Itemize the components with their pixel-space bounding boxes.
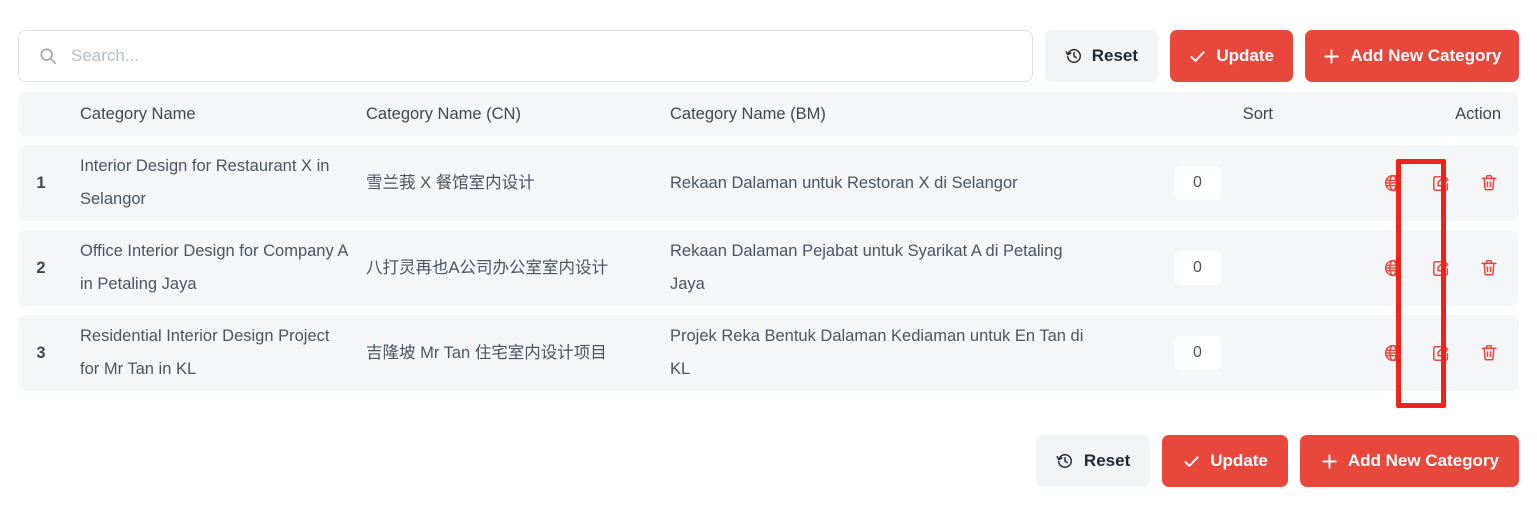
cell-category-name-bm: Projek Reka Bentuk Dalaman Kediaman untu… xyxy=(670,327,1084,378)
edit-icon[interactable] xyxy=(1429,171,1453,195)
cell-category-name-cn: 吉隆坡 Mr Tan 住宅室内设计项目 xyxy=(366,343,607,362)
cell-action xyxy=(1295,171,1519,195)
check-icon xyxy=(1182,452,1201,471)
row-index: 3 xyxy=(36,343,46,362)
category-manager-page: Reset Update Add New Category Categ xyxy=(0,0,1537,507)
action-icon-group xyxy=(1381,256,1501,280)
update-button-label: Update xyxy=(1216,46,1274,65)
globe-icon[interactable] xyxy=(1381,341,1405,365)
reset-button-label: Reset xyxy=(1091,46,1139,65)
sort-input[interactable] xyxy=(1174,336,1221,370)
globe-icon[interactable] xyxy=(1381,256,1405,280)
plus-icon xyxy=(1320,452,1339,471)
edit-icon[interactable] xyxy=(1429,256,1453,280)
table-row: 1 Interior Design for Restaurant X in Se… xyxy=(18,145,1519,221)
table-row: 2 Office Interior Design for Company A i… xyxy=(18,230,1519,306)
bottom-toolbar: Reset Update Add New Category xyxy=(1035,435,1519,487)
delete-icon[interactable] xyxy=(1477,256,1501,280)
table-header-row: Category Name Category Name (CN) Categor… xyxy=(18,92,1519,136)
table-row: 3 Residential Interior Design Project fo… xyxy=(18,315,1519,391)
reset-button-top[interactable]: Reset xyxy=(1045,30,1158,82)
header-category-name-cn: Category Name (CN) xyxy=(366,104,521,123)
history-clock-icon xyxy=(1056,452,1075,471)
add-new-category-button-top[interactable]: Add New Category xyxy=(1304,30,1519,82)
header-action: Action xyxy=(1455,104,1501,123)
plus-icon xyxy=(1322,47,1341,66)
sort-input[interactable] xyxy=(1174,166,1221,200)
header-sort: Sort xyxy=(1242,104,1273,123)
header-category-name: Category Name xyxy=(80,104,196,123)
cell-sort xyxy=(1100,166,1295,200)
action-icon-group xyxy=(1381,341,1501,365)
cell-category-name-bm: Rekaan Dalaman Pejabat untuk Syarikat A … xyxy=(670,242,1063,293)
top-toolbar: Reset Update Add New Category xyxy=(18,30,1519,82)
cell-category-name-bm: Rekaan Dalaman untuk Restoran X di Selan… xyxy=(670,173,1018,192)
reset-button-label: Reset xyxy=(1083,451,1131,470)
edit-icon[interactable] xyxy=(1429,341,1453,365)
search-icon xyxy=(39,47,57,65)
cell-sort xyxy=(1100,251,1295,285)
cell-category-name-cn: 八打灵再也A公司办公室室内设计 xyxy=(366,258,609,277)
delete-icon[interactable] xyxy=(1477,341,1501,365)
row-index: 1 xyxy=(36,173,46,192)
cell-sort xyxy=(1100,336,1295,370)
globe-icon[interactable] xyxy=(1381,171,1405,195)
update-button-top[interactable]: Update xyxy=(1169,30,1293,82)
add-new-category-button-label: Add New Category xyxy=(1350,46,1502,65)
search-box[interactable] xyxy=(18,30,1034,82)
add-new-category-button-label: Add New Category xyxy=(1347,451,1499,470)
update-button-label: Update xyxy=(1210,451,1268,470)
update-button-bottom[interactable]: Update xyxy=(1162,435,1288,487)
cell-category-name: Office Interior Design for Company A in … xyxy=(80,242,348,293)
add-new-category-button-bottom[interactable]: Add New Category xyxy=(1299,435,1519,487)
header-category-name-bm: Category Name (BM) xyxy=(670,104,826,123)
action-icon-group xyxy=(1381,171,1501,195)
check-icon xyxy=(1188,47,1207,66)
search-input[interactable] xyxy=(19,31,1033,81)
sort-input[interactable] xyxy=(1174,251,1221,285)
row-index: 2 xyxy=(36,258,46,277)
category-table: Category Name Category Name (CN) Categor… xyxy=(18,92,1519,400)
cell-category-name: Residential Interior Design Project for … xyxy=(80,327,330,378)
cell-category-name: Interior Design for Restaurant X in Sela… xyxy=(80,157,330,208)
reset-button-bottom[interactable]: Reset xyxy=(1035,435,1151,487)
cell-category-name-cn: 雪兰莪 X 餐馆室内设计 xyxy=(366,173,535,192)
cell-action xyxy=(1295,256,1519,280)
cell-action xyxy=(1295,341,1519,365)
delete-icon[interactable] xyxy=(1477,171,1501,195)
history-clock-icon xyxy=(1065,47,1083,66)
